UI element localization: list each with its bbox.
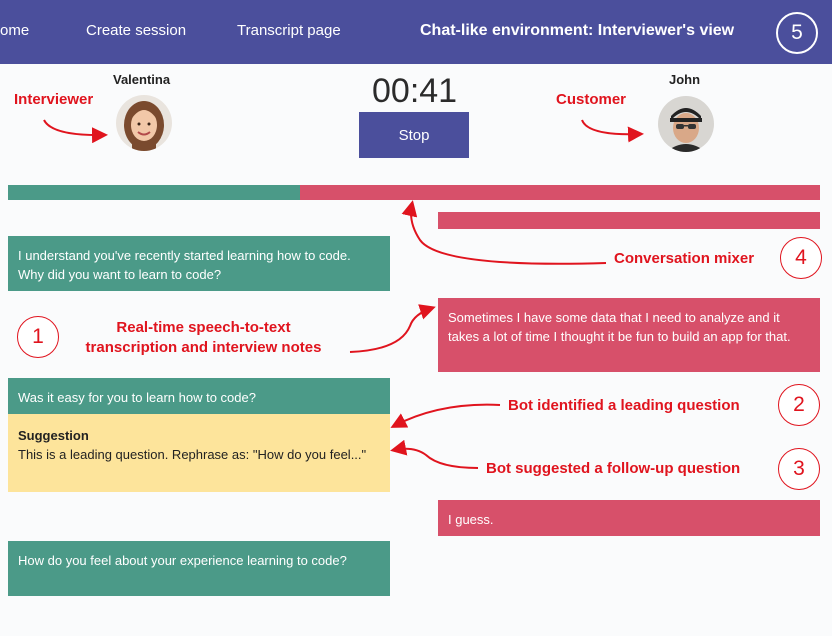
- interviewer-message: How do you feel about your experience le…: [8, 541, 390, 596]
- nav-home-link[interactable]: ome: [0, 22, 29, 39]
- woman-avatar-icon: [116, 95, 172, 151]
- step-3-badge: 3: [778, 448, 820, 490]
- suggestion-text: This is a leading question. Rephrase as:…: [18, 447, 367, 462]
- interviewer-name: Valentina: [113, 72, 171, 87]
- top-nav-bar: ome Create session Transcript page Chat-…: [0, 0, 832, 64]
- man-avatar-icon: [658, 96, 714, 152]
- transcription-line-2: transcription and interview notes: [85, 339, 322, 356]
- customer-message: I guess.: [438, 500, 820, 536]
- customer-message: Sometimes I have some data that I need t…: [438, 298, 820, 372]
- customer-name: John: [669, 72, 701, 87]
- followup-annotation: Bot suggested a follow-up question: [486, 460, 741, 477]
- followup-arrow: [390, 439, 479, 469]
- mixer-customer-share: [300, 185, 820, 200]
- nav-transcript-page-link[interactable]: Transcript page: [237, 22, 341, 39]
- customer-arrow: [581, 119, 644, 143]
- interviewer-avatar: [116, 95, 172, 151]
- leading-question-annotation: Bot identified a leading question: [508, 397, 740, 414]
- transcription-line-1: Real-time speech-to-text: [116, 319, 291, 336]
- customer-message-partial: [438, 212, 820, 229]
- interviewer-arrow: [43, 119, 108, 144]
- step-1-badge: 1: [17, 316, 59, 358]
- mixer-interviewer-share: [8, 185, 300, 200]
- leading-question-arrow: [390, 403, 501, 428]
- interviewer-message: I understand you've recently started lea…: [8, 236, 390, 291]
- bot-suggestion-box: Suggestion This is a leading question. R…: [8, 414, 390, 492]
- interviewer-message: Was it easy for you to learn how to code…: [8, 378, 390, 414]
- customer-avatar: [658, 96, 714, 152]
- nav-create-session-link[interactable]: Create session: [86, 22, 186, 39]
- session-timer: 00:41: [372, 72, 458, 110]
- step-number-badge: 5: [776, 12, 818, 54]
- step-4-badge: 4: [780, 237, 822, 279]
- stop-button[interactable]: Stop: [359, 112, 469, 158]
- transcription-annotation: Real-time speech-to-text transcription a…: [66, 318, 341, 358]
- step-2-badge: 2: [778, 384, 820, 426]
- mixer-annotation: Conversation mixer: [614, 250, 755, 267]
- transcription-arrow: [349, 304, 436, 353]
- interviewer-annotation: Interviewer: [14, 91, 94, 108]
- customer-annotation: Customer: [556, 91, 627, 108]
- suggestion-title: Suggestion: [18, 428, 89, 443]
- page-title: Chat-like environment: Interviewer's vie…: [420, 22, 735, 39]
